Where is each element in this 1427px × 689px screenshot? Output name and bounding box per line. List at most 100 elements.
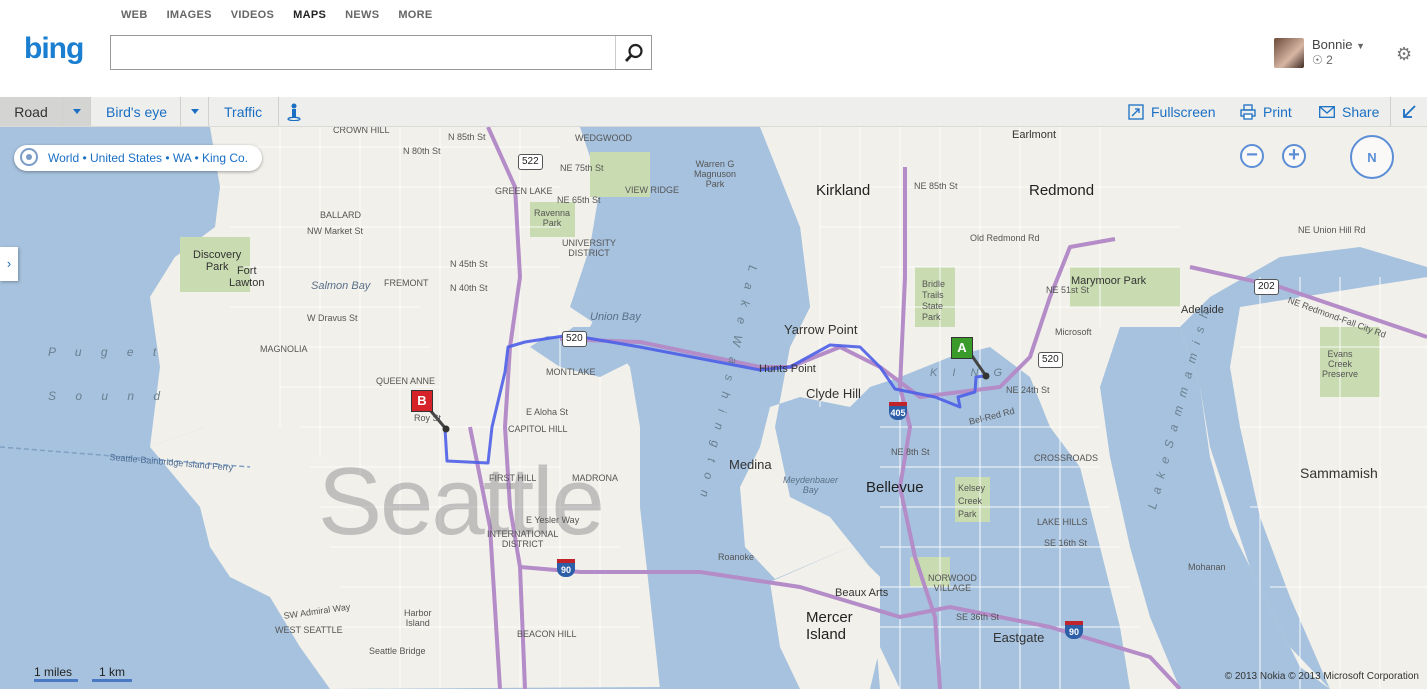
route-shield-202: 202 [1254,279,1279,295]
share-button[interactable]: Share [1319,97,1379,126]
label-queen-anne: QUEEN ANNE [376,376,436,386]
scale-miles: 1 miles [34,665,78,682]
search-box [110,35,652,70]
waypoint-b-pin[interactable]: B [411,390,433,412]
fullscreen-label: Fullscreen [1151,103,1216,120]
label-eastgate: Eastgate [993,630,1045,645]
collapse-arrow-icon[interactable] [1402,97,1416,126]
label-university-district: UNIVERSITY DISTRICT [562,238,617,258]
label-crossroads: CROSSROADS [1034,453,1099,463]
gear-icon[interactable]: ⚙ [1396,44,1412,65]
zoom-out-button[interactable]: − [1240,144,1264,168]
rewards-count: 2 [1326,53,1333,67]
label-evans-creek: Evans Creek Preserve [1322,349,1359,379]
label-e-aloha: E Aloha St [526,407,569,417]
compass-button[interactable]: N [1350,135,1394,179]
label-crown-hill: CROWN HILL [333,127,390,135]
label-ne85th: NE 85th St [914,181,958,191]
label-sound: S o u n d [48,389,169,403]
streetside-person-icon[interactable] [286,97,302,126]
label-microsoft: Microsoft [1055,327,1092,337]
search-icon [624,43,643,62]
label-magnolia: MAGNOLIA [260,344,308,354]
fullscreen-button[interactable]: Fullscreen [1128,97,1216,126]
nav-web[interactable]: WEB [121,9,148,21]
label-warren-magnuson: Warren G Magnuson Park [694,159,737,189]
medal-icon: ☉ [1312,53,1323,67]
label-beacon-hill: BEACON HILL [517,629,577,639]
map-watermark-city: Seattle [318,448,605,555]
compass-north-label: N [1367,149,1377,165]
print-button[interactable]: Print [1240,97,1292,126]
copyright-text: © 2013 Nokia © 2013 Microsoft Corporatio… [1224,671,1419,682]
label-earlmont: Earlmont [1012,129,1057,141]
label-ravenna-park: Ravenna Park [534,208,571,228]
label-n80th: N 80th St [403,146,441,156]
label-ne65th: NE 65th St [557,195,601,205]
print-icon [1240,103,1256,120]
locate-icon [20,148,38,166]
nav-news[interactable]: NEWS [345,9,379,21]
label-clyde-hill: Clyde Hill [806,386,861,401]
search-input[interactable] [111,36,622,67]
birds-eye-button[interactable]: Bird's eye [106,97,167,126]
interstate-405-shield: 405 [889,402,907,420]
expand-panel-chevron-icon[interactable]: › [0,247,18,281]
map-graphics [0,127,1427,689]
label-n40th: N 40th St [450,283,488,293]
nav-videos[interactable]: VIDEOS [231,9,274,21]
label-medina: Medina [729,457,772,472]
label-roy-st: Roy St [414,413,442,423]
route-shield-522: 522 [518,154,543,170]
user-menu[interactable]: Bonnie ▼ ☉ 2 [1274,38,1365,68]
scale-km: 1 km [92,665,132,682]
label-capitol-hill: CAPITOL HILL [508,424,568,434]
traffic-button[interactable]: Traffic [224,97,262,126]
label-hunts-point: Hunts Point [759,363,816,375]
nav-images[interactable]: IMAGES [167,9,212,21]
road-view-button[interactable]: Road [0,97,62,126]
label-beaux-arts: Beaux Arts [835,587,889,599]
label-first-hill: FIRST HILL [489,473,537,483]
birds-eye-dropdown-icon[interactable] [180,97,209,126]
bing-logo[interactable]: bing [24,32,84,66]
envelope-icon [1319,105,1335,118]
nav-more[interactable]: MORE [398,9,432,21]
search-button[interactable] [615,36,651,69]
fullscreen-icon [1128,103,1144,120]
label-lake-hills: LAKE HILLS [1037,517,1088,527]
top-navigation: WEB IMAGES VIDEOS MAPS NEWS MORE [121,9,452,21]
label-king: K I N G [930,367,1009,379]
road-dropdown-icon[interactable] [62,97,91,126]
label-mercer-island: Mercer Island [806,609,853,643]
label-n45th: N 45th St [450,259,488,269]
route-shield-520-east: 520 [1038,352,1063,368]
interstate-90-shield: 90 [557,559,575,577]
label-e-yesler: E Yesler Way [526,515,580,525]
map-toolbar: Road Bird's eye Traffic Fullscreen Print… [0,97,1427,127]
label-fort-lawton: Fort Lawton [229,265,265,289]
interstate-90-shield-east: 90 [1065,621,1083,639]
caret-down-icon: ▼ [1356,41,1366,51]
zoom-in-button[interactable]: + [1282,144,1306,168]
label-se16th: SE 16th St [1044,538,1088,548]
location-breadcrumb[interactable]: World • United States • WA • King Co. [14,145,263,171]
label-ne51st: NE 51st St [1046,285,1090,295]
print-label: Print [1263,103,1292,120]
label-seattle-bridge: Seattle Bridge [369,646,426,656]
label-roanoke: Roanoke [718,552,755,562]
label-puget: P u g e t [48,345,165,359]
waypoint-a-pin[interactable]: A [951,337,973,359]
label-sammamish: Sammamish [1300,465,1378,481]
label-se36th: SE 36th St [956,612,1000,622]
label-mohanan: Mohanan [1188,562,1226,572]
nav-maps[interactable]: MAPS [293,9,326,21]
breadcrumb-text: World • United States • WA • King Co. [48,151,249,165]
label-kirkland: Kirkland [816,182,871,199]
label-ballard: BALLARD [320,210,362,220]
label-bellevue: Bellevue [866,479,924,496]
label-wedgwood: WEDGWOOD [575,133,632,143]
label-kelsey-creek: Kelsey Creek Park [958,483,986,519]
label-view-ridge: VIEW RIDGE [625,185,680,195]
map-canvas[interactable]: Seattle Kirkland Redmond Bellevue Medina… [0,127,1427,689]
